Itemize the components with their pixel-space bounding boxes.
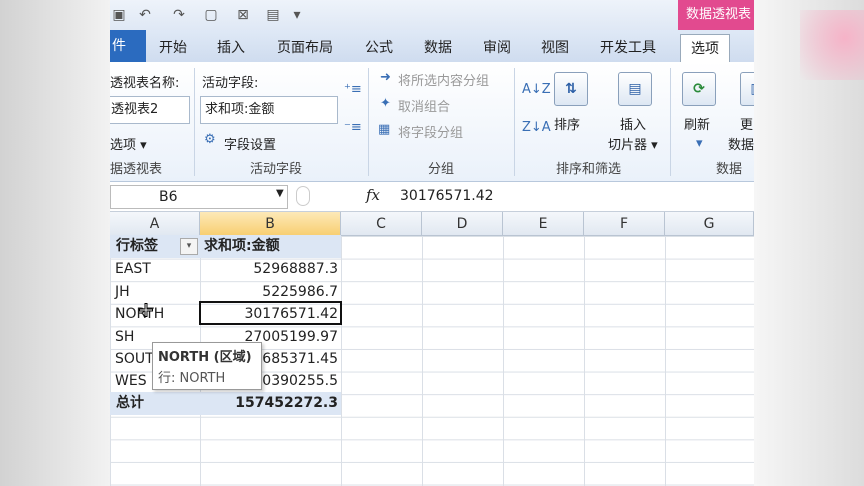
column-header-d[interactable]: D [422, 212, 503, 236]
active-field-group-label: 活动字段 [250, 162, 303, 177]
formula-bar: B6 ▼ fx 30176571.42 [110, 182, 754, 212]
tab-data[interactable]: 数据 [424, 36, 452, 60]
ungroup-icon: ✦ [380, 96, 391, 111]
ribbon-tabs: 件 开始 插入 页面布局 公式 数据 审阅 视图 开发工具 选项 [110, 30, 754, 62]
pivot-name-label: 透视表名称: [110, 76, 180, 91]
background-left [0, 0, 110, 486]
tab-file[interactable]: 件 [110, 30, 146, 62]
refresh-icon: ⟳ [682, 72, 716, 106]
ribbon: 透视表名称: 透视表2 选项 ▾ 据透视表 活动字段: 求和项:金额 ⁺≡ ⁻≡… [110, 62, 754, 182]
refresh-button[interactable]: 刷新 [684, 114, 710, 133]
expand-field-icon[interactable]: ⁺≡ [344, 82, 362, 97]
pivot-total-value[interactable]: 157452272.3 [200, 392, 341, 415]
collapse-field-icon[interactable]: ⁻≡ [344, 120, 362, 135]
options-dropdown[interactable]: 选项 ▾ [110, 134, 147, 153]
print-preview-icon[interactable]: ▤ [264, 6, 282, 24]
new-doc-icon[interactable]: ▢ [202, 6, 220, 24]
sort-za-icon[interactable]: Z↓A [522, 120, 551, 135]
pivot-context-title: 数据透视表 [678, 0, 754, 30]
tab-home[interactable]: 开始 [159, 36, 187, 60]
filter-dropdown-icon[interactable]: ▾ [180, 238, 198, 255]
sort-icon: ⇅ [554, 72, 588, 106]
change-source-button-line2[interactable]: 数据 [728, 134, 754, 153]
quick-access-toolbar: ▣ ↶ ↷ ▢ ⊠ ▤ ▾ 数据透视表 [110, 0, 754, 30]
pivot-row-value[interactable]: 52968887.3 [200, 258, 338, 281]
column-header-f[interactable]: F [584, 212, 665, 236]
grid-line [584, 236, 585, 486]
tab-developer[interactable]: 开发工具 [600, 36, 656, 60]
column-header-e[interactable]: E [503, 212, 584, 236]
tab-page-layout[interactable]: 页面布局 [277, 36, 333, 60]
name-box-dropdown-icon[interactable]: ▼ [276, 188, 284, 199]
cursor-icon [139, 303, 153, 317]
name-box[interactable]: B6 [110, 185, 288, 209]
group-selection-button[interactable]: 将所选内容分组 [398, 70, 489, 89]
pivot-group-label: 据透视表 [110, 162, 163, 177]
group-separator [194, 68, 195, 176]
grid-line [422, 236, 423, 486]
group-separator [670, 68, 671, 176]
save-icon[interactable]: ▣ [110, 6, 128, 24]
pivot-name-input[interactable]: 透视表2 [110, 96, 190, 124]
column-header-g[interactable]: G [665, 212, 754, 236]
formula-expand-handle[interactable] [296, 186, 310, 206]
refresh-dropdown-icon[interactable]: ▾ [696, 136, 703, 151]
field-settings-icon: ⚙ [204, 132, 216, 147]
selected-cell-b6 [199, 301, 342, 325]
pivot-row-label[interactable]: JH [115, 281, 130, 304]
tooltip-title: NORTH (区域) [158, 350, 252, 365]
sort-az-icon[interactable]: A↓Z [522, 82, 551, 97]
active-field-input[interactable]: 求和项:金额 [200, 96, 338, 124]
sort-group-label: 排序和筛选 [556, 162, 622, 177]
group-field-icon: ▦ [378, 122, 391, 137]
tab-formulas[interactable]: 公式 [365, 36, 393, 60]
grid-line [341, 236, 342, 486]
data-group-label: 数据 [716, 162, 743, 177]
column-header-b[interactable]: B [200, 212, 341, 236]
tab-options[interactable]: 选项 [680, 34, 730, 62]
tooltip-body: 行: NORTH [158, 371, 226, 386]
column-header-a[interactable]: A [110, 212, 200, 236]
active-field-label: 活动字段: [202, 76, 259, 91]
insert-slicer-button-line2[interactable]: 切片器 ▾ [608, 134, 658, 153]
change-source-icon: ▥ [740, 72, 754, 106]
pivot-row-label[interactable]: SH [115, 326, 134, 349]
pivot-row-label[interactable]: WES [115, 370, 147, 393]
group-separator [368, 68, 369, 176]
pivot-row-label[interactable]: EAST [115, 258, 151, 281]
column-header-c[interactable]: C [341, 212, 422, 236]
insert-slicer-button[interactable]: 插入 [620, 114, 646, 133]
pivot-row-label[interactable]: SOUT [115, 348, 154, 371]
customize-icon[interactable]: ▾ [288, 6, 306, 24]
tab-review[interactable]: 审阅 [483, 36, 511, 60]
sort-button[interactable]: 排序 [554, 114, 580, 133]
field-settings-button[interactable]: 字段设置 [224, 134, 276, 153]
tooltip: NORTH (区域) 行: NORTH [152, 342, 262, 390]
group-separator [514, 68, 515, 176]
grid-line [665, 236, 666, 486]
redo-icon[interactable]: ↷ [170, 6, 188, 24]
pivot-total-label[interactable]: 总计 [110, 392, 200, 415]
excel-window: ▣ ↶ ↷ ▢ ⊠ ▤ ▾ 数据透视表 件 开始 插入 页面布局 公式 数据 审… [110, 0, 754, 486]
undo-icon[interactable]: ↶ [136, 6, 154, 24]
group-field-button[interactable]: 将字段分组 [398, 122, 463, 141]
background-blob [800, 10, 864, 80]
group-group-label: 分组 [428, 162, 455, 177]
group-selection-icon: ➜ [380, 70, 391, 85]
formula-input[interactable]: 30176571.42 [400, 188, 494, 204]
grid-line [503, 236, 504, 486]
close-icon[interactable]: ⊠ [234, 6, 252, 24]
tab-insert[interactable]: 插入 [217, 36, 245, 60]
ungroup-button[interactable]: 取消组合 [398, 96, 450, 115]
insert-function-icon[interactable]: fx [366, 186, 380, 204]
slicer-icon: ▤ [618, 72, 652, 106]
pivot-value-header[interactable]: 求和项:金额 [200, 235, 341, 258]
tab-view[interactable]: 视图 [541, 36, 569, 60]
change-source-button[interactable]: 更 [740, 114, 753, 133]
